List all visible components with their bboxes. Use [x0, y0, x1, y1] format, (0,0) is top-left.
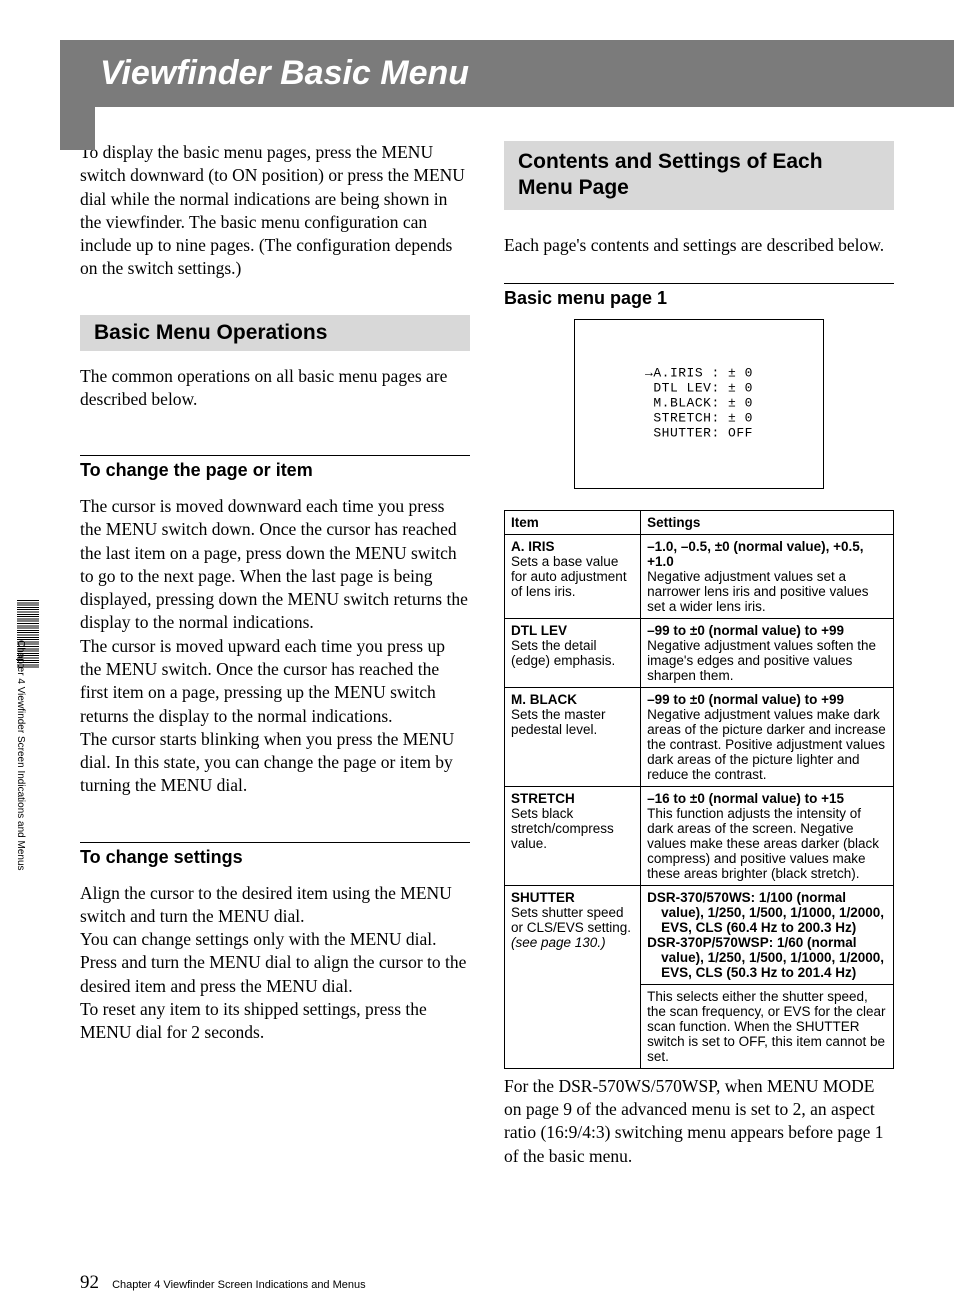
setting-lead: –99 to ±0 (normal value) to +99	[647, 692, 887, 707]
setting-lead: –1.0, –0.5, ±0 (normal value), +0.5, +1.…	[647, 539, 887, 569]
settings-table: Item Settings A. IRIS Sets a base value …	[504, 510, 894, 1069]
setting-line: DSR-370/570WS: 1/100 (normal value), 1/2…	[647, 890, 887, 935]
vertical-chapter-label: Chapter 4 Viewfinder Screen Indications …	[15, 640, 26, 871]
setting-body: Negative adjustment values make dark are…	[647, 707, 887, 782]
left-column: To display the basic menu pages, press t…	[80, 141, 470, 1168]
section-contents-settings: Contents and Settings of Each Menu Page	[504, 141, 894, 210]
setting-lead: –16 to ±0 (normal value) to +15	[647, 791, 887, 806]
section-heading: Basic Menu Operations	[94, 321, 460, 345]
subheading-change-settings: To change settings	[80, 842, 470, 868]
paragraph: The cursor is moved upward each time you…	[80, 635, 470, 728]
paragraph: The cursor starts blinking when you pres…	[80, 728, 470, 798]
intro-paragraph: To display the basic menu pages, press t…	[80, 141, 470, 281]
item-desc: Sets black stretch/compress value.	[511, 806, 634, 851]
section-basic-menu-operations: Basic Menu Operations	[80, 315, 470, 351]
section-intro: The common operations on all basic menu …	[80, 365, 470, 412]
item-name: STRETCH	[511, 791, 634, 806]
item-desc: Sets the detail (edge) emphasis.	[511, 638, 634, 668]
subheading-basic-menu-page-1: Basic menu page 1	[504, 283, 894, 309]
paragraph: Press and turn the MENU dial to align th…	[80, 951, 470, 998]
item-desc: Sets a base value for auto adjustment of…	[511, 554, 634, 599]
item-name: A. IRIS	[511, 539, 634, 554]
page-title: Viewfinder Basic Menu	[100, 54, 934, 93]
paragraph: To reset any item to its shipped setting…	[80, 998, 470, 1045]
section-heading: Contents and Settings of Each Menu Page	[518, 149, 882, 202]
setting-line: DSR-370P/570WSP: 1/60 (normal value), 1/…	[647, 935, 887, 980]
paragraph: You can change settings only with the ME…	[80, 928, 470, 951]
table-row: M. BLACK Sets the master pedestal level.…	[505, 687, 894, 786]
section-intro: Each page's contents and settings are de…	[504, 234, 894, 257]
page-footer: 92 Chapter 4 Viewfinder Screen Indicatio…	[80, 1272, 366, 1294]
paragraph: The cursor is moved downward each time y…	[80, 495, 470, 635]
setting-body: Negative adjustment values soften the im…	[647, 638, 887, 683]
table-row: STRETCH Sets black stretch/compress valu…	[505, 786, 894, 885]
setting-lead: –99 to ±0 (normal value) to +99	[647, 623, 887, 638]
viewfinder-screen-mock: →A.IRIS : ± 0 DTL LEV: ± 0 M.BLACK: ± 0 …	[574, 319, 824, 489]
page-number: 92	[80, 1272, 99, 1293]
right-column: Contents and Settings of Each Menu Page …	[504, 141, 894, 1168]
page-title-band: Viewfinder Basic Menu	[60, 40, 954, 107]
footer-chapter: Chapter 4 Viewfinder Screen Indications …	[112, 1279, 366, 1291]
item-name: M. BLACK	[511, 692, 634, 707]
table-row: SHUTTER Sets shutter speed or CLS/EVS se…	[505, 885, 894, 1068]
table-header-item: Item	[505, 510, 641, 534]
subheading-change-page: To change the page or item	[80, 455, 470, 481]
item-name: DTL LEV	[511, 623, 634, 638]
item-desc: Sets shutter speed or CLS/EVS setting. (…	[511, 905, 634, 950]
table-row: DTL LEV Sets the detail (edge) emphasis.…	[505, 618, 894, 687]
setting-body: This function adjusts the intensity of d…	[647, 806, 887, 881]
screen-text: →A.IRIS : ± 0 DTL LEV: ± 0 M.BLACK: ± 0 …	[645, 366, 753, 441]
table-row: A. IRIS Sets a base value for auto adjus…	[505, 534, 894, 618]
item-name: SHUTTER	[511, 890, 634, 905]
table-footnote: For the DSR-570WS/570WSP, when MENU MODE…	[504, 1075, 894, 1168]
setting-body: Negative adjustment values set a narrowe…	[647, 569, 887, 614]
paragraph: Align the cursor to the desired item usi…	[80, 882, 470, 929]
item-desc: Sets the master pedestal level.	[511, 707, 634, 737]
setting-extra: This selects either the shutter speed, t…	[641, 984, 893, 1064]
table-header-settings: Settings	[641, 510, 894, 534]
